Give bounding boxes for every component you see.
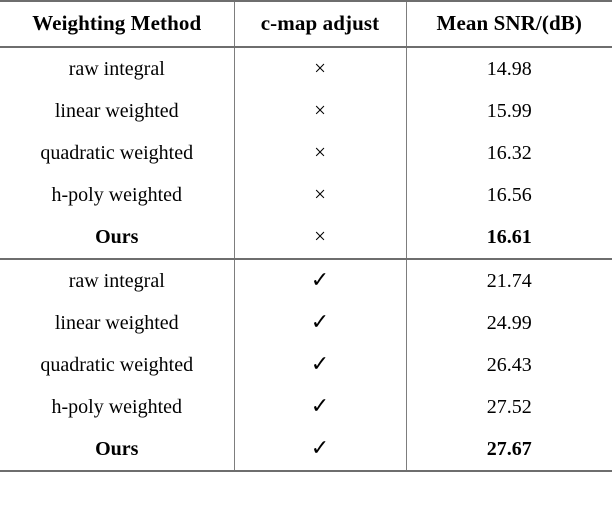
check-icon: ✓ (310, 309, 330, 334)
check-icon: ✓ (310, 393, 330, 418)
cell-method: h-poly weighted (51, 395, 183, 418)
results-table: Weighting Method c-map adjust Mean SNR/(… (0, 0, 612, 472)
cell-mean-snr: 16.56 (405, 174, 612, 216)
cell-mean-snr: 15.99 (405, 90, 612, 132)
table-row: quadratic weighted ✓ 26.43 (0, 344, 612, 386)
check-icon: ✓ (310, 435, 330, 460)
cross-icon: × (314, 97, 326, 122)
table-row: linear weighted × 15.99 (0, 90, 612, 132)
cell-mean-snr: 14.98 (405, 47, 612, 90)
table-row: raw integral ✓ 21.74 (0, 258, 612, 302)
cell-method: quadratic weighted (40, 141, 194, 164)
cell-method: linear weighted (54, 311, 179, 334)
cross-icon: × (314, 223, 326, 248)
cell-mean-snr: 21.74 (405, 258, 612, 302)
table-row: raw integral × 14.98 (0, 47, 612, 90)
table-row-highlighted: Ours ✓ 27.67 (0, 428, 612, 472)
table-row: linear weighted ✓ 24.99 (0, 302, 612, 344)
cell-mean-snr: 16.61 (405, 216, 612, 259)
cell-method: h-poly weighted (51, 183, 183, 206)
column-header-method: Weighting Method (0, 0, 234, 48)
cell-mean-snr: 26.43 (405, 344, 612, 386)
check-icon: ✓ (310, 267, 330, 292)
cell-cmap-adjust: ✓ (233, 302, 406, 344)
cell-cmap-adjust: × (233, 174, 406, 216)
cell-cmap-adjust: × (233, 132, 406, 174)
results-table-container: Weighting Method c-map adjust Mean SNR/(… (0, 0, 612, 508)
cell-method: linear weighted (54, 99, 179, 122)
table-row: quadratic weighted × 16.32 (0, 132, 612, 174)
cell-method: quadratic weighted (40, 353, 194, 376)
column-header-cmap-adjust: c-map adjust (233, 0, 406, 48)
cross-icon: × (314, 139, 326, 164)
cross-icon: × (314, 55, 326, 80)
cell-method: raw integral (68, 57, 165, 80)
table-header: Weighting Method c-map adjust Mean SNR/(… (0, 0, 612, 48)
cell-cmap-adjust: × (233, 216, 406, 259)
cell-method: raw integral (0, 258, 234, 302)
cell-cmap-adjust: ✓ (233, 386, 406, 428)
cell-method: Ours (0, 428, 234, 472)
header-row: Weighting Method c-map adjust Mean SNR/(… (0, 0, 612, 48)
cell-cmap-adjust: × (233, 47, 406, 90)
cell-cmap-adjust: × (233, 90, 406, 132)
cell-cmap-adjust: ✓ (233, 258, 406, 302)
cell-cmap-adjust: ✓ (233, 428, 406, 472)
cell-mean-snr: 27.67 (405, 428, 612, 472)
cell-mean-snr: 24.99 (405, 302, 612, 344)
cell-mean-snr: 16.32 (405, 132, 612, 174)
cross-icon: × (314, 181, 326, 206)
table-row-highlighted: Ours × 16.61 (0, 216, 612, 259)
cell-cmap-adjust: ✓ (233, 344, 406, 386)
table-row: h-poly weighted × 16.56 (0, 174, 612, 216)
cell-method: Ours (95, 225, 139, 248)
table-row: h-poly weighted ✓ 27.52 (0, 386, 612, 428)
table-body: raw integral × 14.98 linear weighted × 1… (0, 47, 612, 472)
check-icon: ✓ (310, 351, 330, 376)
cell-mean-snr: 27.52 (405, 386, 612, 428)
column-header-mean-snr: Mean SNR/(dB) (405, 0, 612, 48)
